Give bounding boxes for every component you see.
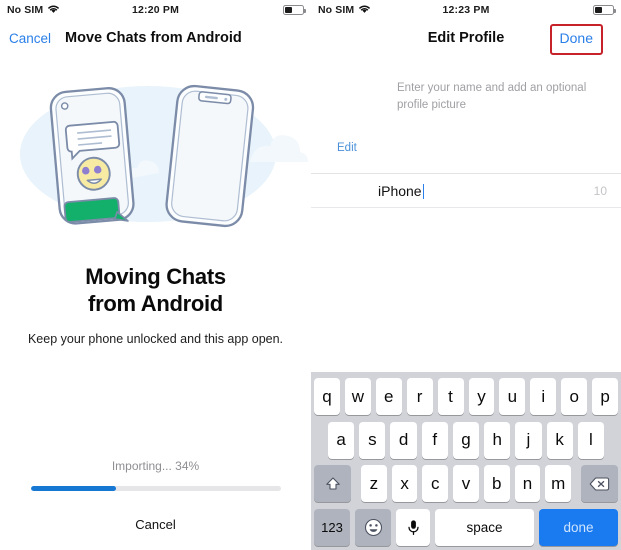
key-z[interactable]: z bbox=[361, 465, 387, 503]
key-k[interactable]: k bbox=[546, 421, 573, 459]
keyboard-row-4: 123 space done bbox=[314, 508, 618, 546]
character-counter: 10 bbox=[593, 183, 607, 198]
right-nav-bar: Edit Profile Done bbox=[311, 20, 621, 56]
right-status-bar: No SIM 12:23 PM bbox=[311, 0, 621, 20]
progress-bar-fill bbox=[30, 486, 116, 491]
left-status-battery-group bbox=[283, 5, 306, 15]
progress-bar bbox=[30, 486, 281, 491]
progress-status-label: Importing... 34% bbox=[111, 459, 200, 473]
left-screen-move-chats: No SIM 12:20 PM Cancel Move Chats from A… bbox=[0, 0, 311, 550]
edit-photo-row: Edit bbox=[311, 132, 621, 156]
numbers-key[interactable]: 123 bbox=[314, 508, 350, 546]
page-title: Move Chats from Android bbox=[65, 30, 242, 46]
dictation-key[interactable] bbox=[396, 508, 430, 546]
wifi-icon bbox=[358, 1, 371, 19]
shift-key[interactable] bbox=[314, 465, 351, 503]
key-c[interactable]: c bbox=[422, 465, 449, 503]
right-screen-edit-profile: No SIM 12:23 PM Edit Profile Done Enter … bbox=[311, 0, 621, 550]
done-button[interactable]: Done bbox=[560, 30, 593, 46]
avatar[interactable] bbox=[325, 70, 387, 132]
left-status-bar: No SIM 12:20 PM bbox=[0, 0, 311, 20]
key-x[interactable]: x bbox=[391, 465, 418, 503]
key-j[interactable]: j bbox=[515, 421, 542, 459]
key-w[interactable]: w bbox=[344, 378, 371, 415]
space-key[interactable]: space bbox=[435, 508, 534, 546]
key-h[interactable]: h bbox=[484, 421, 511, 459]
keyboard-row-2: asdfghjkl bbox=[314, 421, 618, 459]
key-n[interactable]: n bbox=[514, 465, 541, 503]
progress-section: Importing... 34% Cancel bbox=[0, 459, 311, 534]
keyboard-row-3: zxcvbnm bbox=[314, 465, 618, 503]
key-r[interactable]: r bbox=[406, 378, 433, 415]
shift-icon bbox=[325, 477, 340, 490]
emoji-key[interactable] bbox=[355, 508, 391, 546]
key-f[interactable]: f bbox=[421, 421, 448, 459]
microphone-icon bbox=[407, 520, 419, 536]
name-input[interactable]: iPhone bbox=[378, 183, 425, 199]
name-input-row[interactable]: iPhone 10 bbox=[311, 173, 621, 208]
right-status-carrier-group: No SIM bbox=[318, 1, 371, 19]
headline-line-1: Moving Chats bbox=[85, 264, 226, 289]
key-l[interactable]: l bbox=[577, 421, 604, 459]
left-status-carrier-group: No SIM bbox=[7, 1, 60, 19]
key-e[interactable]: e bbox=[375, 378, 402, 415]
key-t[interactable]: t bbox=[437, 378, 464, 415]
key-v[interactable]: v bbox=[453, 465, 479, 503]
onscreen-keyboard: qwertyuiop asdfghjkl zxcvbnm 123 space d… bbox=[311, 372, 621, 550]
cancel-nav-button[interactable]: Cancel bbox=[9, 31, 51, 46]
carrier-label: No SIM bbox=[7, 4, 44, 16]
key-a[interactable]: a bbox=[328, 421, 355, 459]
keyboard-row-1: qwertyuiop bbox=[313, 378, 619, 415]
backspace-key[interactable] bbox=[581, 465, 618, 503]
battery-icon bbox=[593, 5, 616, 15]
key-g[interactable]: g bbox=[452, 421, 480, 459]
headline-line-2: from Android bbox=[88, 291, 223, 317]
key-d[interactable]: d bbox=[390, 421, 417, 459]
right-status-battery-group bbox=[593, 5, 616, 15]
wifi-icon bbox=[47, 1, 60, 19]
emoji-icon bbox=[364, 518, 382, 537]
transfer-illustration bbox=[0, 56, 311, 239]
key-m[interactable]: m bbox=[545, 465, 572, 503]
cancel-import-button[interactable]: Cancel bbox=[0, 517, 311, 532]
key-s[interactable]: s bbox=[359, 421, 386, 459]
key-y[interactable]: y bbox=[468, 378, 495, 415]
dual-screenshot-container: No SIM 12:20 PM Cancel Move Chats from A… bbox=[0, 0, 621, 550]
name-input-value: iPhone bbox=[378, 182, 422, 199]
battery-icon bbox=[283, 5, 306, 15]
profile-hint-text: Enter your name and add an optional prof… bbox=[397, 82, 587, 111]
key-u[interactable]: u bbox=[499, 378, 526, 415]
key-i[interactable]: i bbox=[530, 378, 557, 415]
profile-header-row: Enter your name and add an optional prof… bbox=[311, 56, 621, 132]
text-cursor bbox=[422, 183, 425, 199]
key-o[interactable]: o bbox=[561, 378, 588, 415]
done-button-highlight: Done bbox=[549, 23, 603, 55]
subtitle: Keep your phone unlocked and this app op… bbox=[27, 331, 284, 346]
key-b[interactable]: b bbox=[483, 465, 510, 503]
keyboard-row-3-letters: zxcvbnm bbox=[361, 465, 572, 503]
headline: Moving Chats from Android bbox=[0, 263, 311, 318]
key-q[interactable]: q bbox=[313, 378, 340, 415]
backspace-icon bbox=[589, 477, 610, 491]
key-p[interactable]: p bbox=[592, 378, 619, 415]
keyboard-done-key[interactable]: done bbox=[539, 508, 618, 546]
left-nav-bar: Cancel Move Chats from Android bbox=[0, 20, 311, 56]
edit-photo-button[interactable]: Edit bbox=[337, 142, 357, 154]
carrier-label: No SIM bbox=[318, 4, 355, 16]
